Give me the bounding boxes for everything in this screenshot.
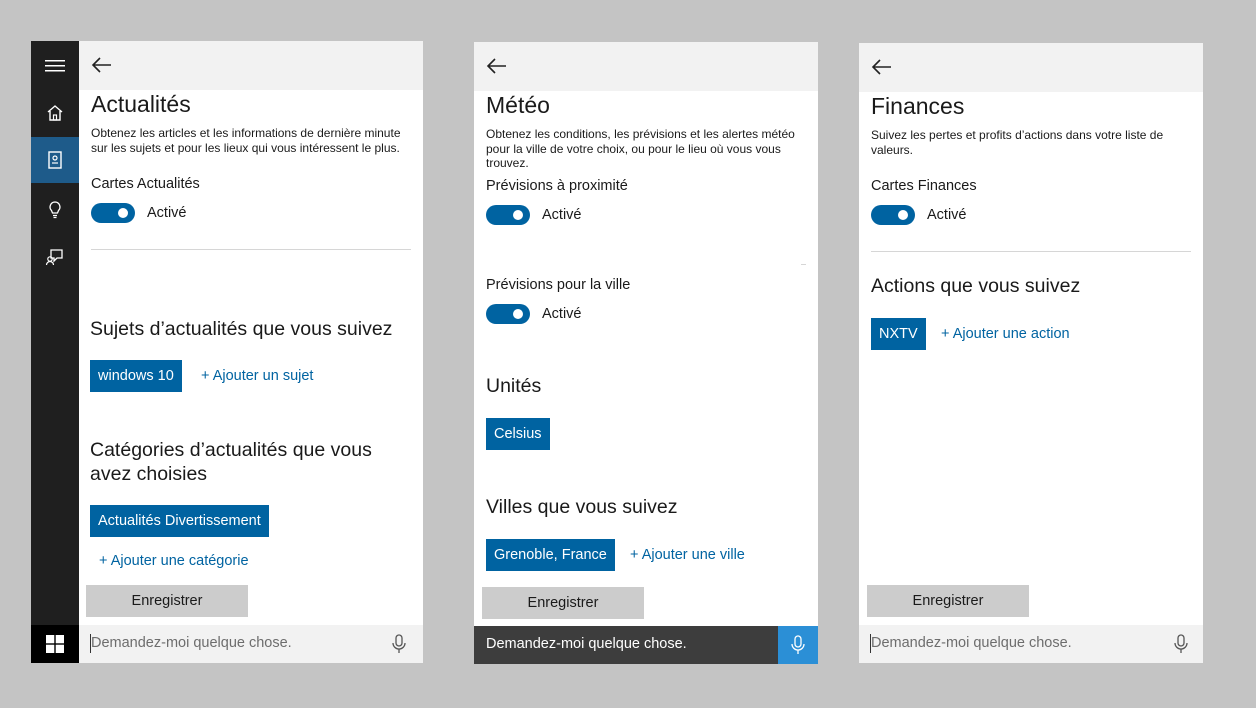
lightbulb-icon <box>49 201 61 219</box>
city-forecast-label: Prévisions pour la ville <box>486 277 631 293</box>
sidebar-item-menu[interactable] <box>31 43 79 89</box>
toggle-knob <box>898 210 908 220</box>
topics-heading: Sujets d’actualités que vous suivez <box>90 318 393 340</box>
stock-chip[interactable]: NXTV <box>871 318 926 350</box>
toggle-knob <box>513 309 523 319</box>
categories-heading: Catégories d’actualités que vous avez ch… <box>90 439 372 485</box>
toggle-knob <box>513 210 523 220</box>
save-button[interactable]: Enregistrer <box>482 587 644 619</box>
page-description: Obtenez les articles et les informations… <box>91 126 401 155</box>
feedback-icon <box>45 249 63 266</box>
city-forecast-state: Activé <box>542 306 582 322</box>
divider-fragment <box>801 264 806 265</box>
hamburger-menu-icon <box>45 60 65 72</box>
units-chip[interactable]: Celsius <box>486 418 550 450</box>
finance-settings-panel: Finances Suivez les pertes et profits d’… <box>859 43 1203 663</box>
add-category-link[interactable]: + Ajouter une catégorie <box>99 553 249 569</box>
back-arrow-icon <box>871 59 891 75</box>
cards-label: Cartes Finances <box>871 178 977 194</box>
page-description: Obtenez les conditions, les prévisions e… <box>486 127 795 170</box>
cards-toggle-state: Activé <box>927 207 967 223</box>
back-arrow-icon <box>486 58 506 74</box>
search-placeholder: Demandez-moi quelque chose. <box>871 635 1072 651</box>
cards-label: Cartes Actualités <box>91 176 200 192</box>
search-box[interactable]: Demandez-moi quelque chose. <box>79 625 423 663</box>
units-heading: Unités <box>486 375 542 397</box>
back-button[interactable] <box>484 53 512 81</box>
header-bar <box>474 42 818 91</box>
header-bar <box>859 43 1203 92</box>
nearby-forecast-toggle[interactable] <box>486 205 530 225</box>
page-title: Actualités <box>91 91 191 117</box>
cards-toggle-state: Activé <box>147 205 187 221</box>
page-title: Météo <box>486 92 550 118</box>
microphone-icon <box>791 635 805 654</box>
add-topic-link[interactable]: + Ajouter un sujet <box>201 368 313 384</box>
home-icon <box>47 105 63 121</box>
start-button[interactable] <box>31 625 79 663</box>
topic-chip[interactable]: windows 10 <box>90 360 182 392</box>
microphone-button[interactable] <box>778 626 818 664</box>
page-title: Finances <box>871 93 965 119</box>
back-button[interactable] <box>89 52 117 80</box>
add-city-link[interactable]: + Ajouter une ville <box>630 547 745 563</box>
weather-settings-panel: Météo Obtenez les conditions, les prévis… <box>474 42 818 664</box>
nearby-forecast-state: Activé <box>542 207 582 223</box>
toggle-knob <box>118 208 128 218</box>
notebook-icon <box>48 151 62 169</box>
add-stock-link[interactable]: + Ajouter une action <box>941 326 1070 342</box>
header-bar <box>79 41 423 90</box>
nearby-forecast-label: Prévisions à proximité <box>486 178 628 194</box>
cities-heading: Villes que vous suivez <box>486 496 678 518</box>
divider <box>871 251 1191 252</box>
search-placeholder: Demandez-moi quelque chose. <box>91 635 292 651</box>
sidebar-item-home[interactable] <box>31 90 79 136</box>
category-chip[interactable]: Actualités Divertissement <box>90 505 269 537</box>
stocks-heading: Actions que vous suivez <box>871 275 1081 297</box>
back-button[interactable] <box>869 54 897 82</box>
news-settings-panel: Actualités Obtenez les articles et les i… <box>79 41 423 663</box>
search-placeholder: Demandez-moi quelque chose. <box>486 636 687 652</box>
microphone-icon[interactable] <box>389 633 409 655</box>
city-forecast-toggle[interactable] <box>486 304 530 324</box>
save-button[interactable]: Enregistrer <box>867 585 1029 617</box>
page-description: Suivez les pertes et profits d’actions d… <box>871 128 1164 157</box>
search-box[interactable]: Demandez-moi quelque chose. <box>859 625 1203 663</box>
microphone-icon[interactable] <box>1171 633 1191 655</box>
sidebar-item-notebook[interactable] <box>31 137 79 183</box>
sidebar-item-feedback[interactable] <box>31 234 79 280</box>
sidebar-item-reminders[interactable] <box>31 187 79 233</box>
cards-toggle[interactable] <box>91 203 135 223</box>
search-box[interactable]: Demandez-moi quelque chose. <box>474 626 818 664</box>
cortana-sidebar <box>31 41 79 663</box>
back-arrow-icon <box>91 57 111 73</box>
city-chip[interactable]: Grenoble, France <box>486 539 615 571</box>
windows-start-icon <box>46 635 64 653</box>
save-button[interactable]: Enregistrer <box>86 585 248 617</box>
cards-toggle[interactable] <box>871 205 915 225</box>
divider <box>91 249 411 250</box>
